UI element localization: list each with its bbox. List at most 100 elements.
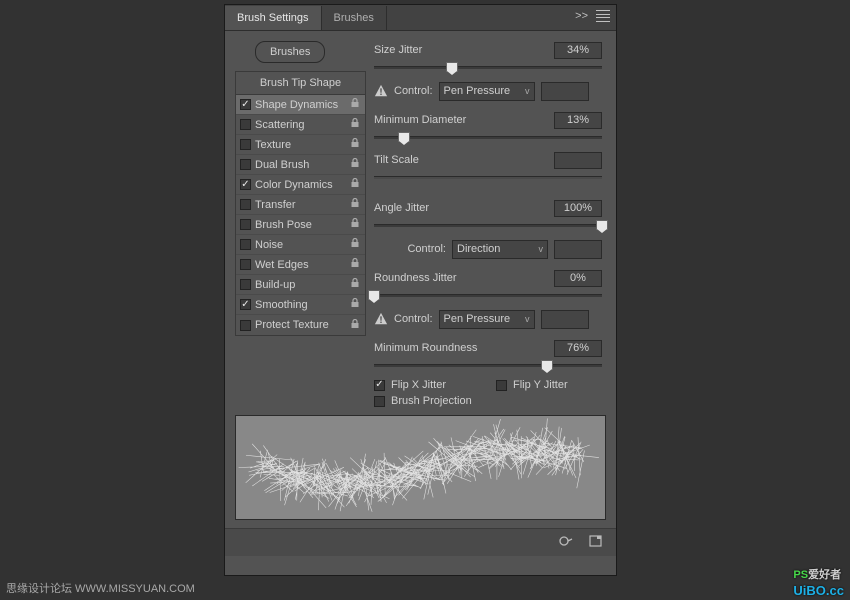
lock-icon[interactable] — [349, 138, 361, 151]
angle-jitter-value[interactable]: 100% — [554, 200, 602, 217]
roundness-jitter-value[interactable]: 0% — [554, 270, 602, 287]
angle-jitter-label: Angle Jitter — [374, 202, 554, 214]
watermark-bottom-left: 思缘设计论坛 WWW.MISSYUAN.COM — [6, 580, 195, 596]
flip-y-label: Flip Y Jitter — [513, 379, 568, 391]
checkbox-icon[interactable] — [240, 199, 251, 210]
checkbox-icon[interactable] — [240, 239, 251, 250]
lock-icon[interactable] — [349, 319, 361, 332]
checkbox-icon[interactable] — [240, 219, 251, 230]
slider-thumb[interactable] — [368, 290, 380, 300]
option-build-up[interactable]: Build-up — [236, 275, 365, 295]
option-label: Shape Dynamics — [255, 99, 345, 111]
option-shape-dynamics[interactable]: Shape Dynamics — [236, 95, 365, 115]
roundness-jitter-slider[interactable] — [374, 289, 602, 303]
option-label: Texture — [255, 139, 345, 151]
panel-menu-icon[interactable] — [596, 10, 610, 22]
warning-icon — [374, 312, 388, 326]
checkbox-icon[interactable] — [240, 320, 251, 331]
tab-brushes[interactable]: Brushes — [322, 6, 387, 30]
lock-icon[interactable] — [349, 238, 361, 251]
option-transfer[interactable]: Transfer — [236, 195, 365, 215]
roundness-control-value[interactable] — [541, 310, 589, 329]
flip-y-jitter-checkbox[interactable]: Flip Y Jitter — [496, 379, 568, 391]
control-label: Control: — [407, 243, 446, 255]
option-dual-brush[interactable]: Dual Brush — [236, 155, 365, 175]
checkbox-icon[interactable] — [240, 159, 251, 170]
option-label: Scattering — [255, 119, 345, 131]
panel-tabs: Brush Settings Brushes >> — [225, 5, 616, 31]
option-smoothing[interactable]: Smoothing — [236, 295, 365, 315]
option-label: Noise — [255, 239, 345, 251]
flip-x-label: Flip X Jitter — [391, 379, 446, 391]
size-control-dropdown[interactable]: Pen Pressurev — [439, 82, 535, 101]
option-label: Smoothing — [255, 299, 345, 311]
brush-options-list: Brush Tip Shape Shape Dynamics Scattering… — [235, 71, 366, 336]
brush-projection-checkbox[interactable]: Brush Projection — [374, 395, 602, 407]
slider-thumb[interactable] — [596, 220, 608, 230]
lock-icon[interactable] — [349, 158, 361, 171]
option-noise[interactable]: Noise — [236, 235, 365, 255]
watermark-bottom-right: PS爱好者 UiBO.cc — [793, 562, 844, 598]
angle-control-value[interactable] — [554, 240, 602, 259]
tilt-scale-slider — [374, 171, 602, 185]
warning-icon — [374, 84, 388, 98]
angle-control-dropdown[interactable]: Directionv — [452, 240, 548, 259]
size-jitter-slider[interactable] — [374, 61, 602, 75]
tilt-scale-value — [554, 152, 602, 169]
checkbox-icon — [496, 380, 507, 391]
lock-icon[interactable] — [349, 278, 361, 291]
min-diameter-value[interactable]: 13% — [554, 112, 602, 129]
brush-tip-shape-header[interactable]: Brush Tip Shape — [236, 72, 365, 95]
checkbox-icon — [374, 380, 385, 391]
flip-x-jitter-checkbox[interactable]: Flip X Jitter — [374, 379, 446, 391]
option-scattering[interactable]: Scattering — [236, 115, 365, 135]
tilt-scale-label: Tilt Scale — [374, 154, 554, 166]
toggle-preview-icon[interactable] — [558, 533, 574, 552]
size-control-value[interactable] — [541, 82, 589, 101]
option-color-dynamics[interactable]: Color Dynamics — [236, 175, 365, 195]
option-wet-edges[interactable]: Wet Edges — [236, 255, 365, 275]
roundness-jitter-label: Roundness Jitter — [374, 272, 554, 284]
option-label: Transfer — [255, 199, 345, 211]
option-texture[interactable]: Texture — [236, 135, 365, 155]
brush-projection-label: Brush Projection — [391, 395, 472, 407]
tab-brush-settings[interactable]: Brush Settings — [225, 6, 322, 30]
checkbox-icon[interactable] — [240, 259, 251, 270]
roundness-control-dropdown[interactable]: Pen Pressurev — [439, 310, 535, 329]
checkbox-icon[interactable] — [240, 139, 251, 150]
min-roundness-slider[interactable] — [374, 359, 602, 373]
min-diameter-slider[interactable] — [374, 131, 602, 145]
checkbox-icon[interactable] — [240, 119, 251, 130]
size-jitter-value[interactable]: 34% — [554, 42, 602, 59]
option-protect-texture[interactable]: Protect Texture — [236, 315, 365, 335]
control-label: Control: — [394, 313, 433, 325]
lock-icon[interactable] — [349, 178, 361, 191]
slider-thumb[interactable] — [398, 132, 410, 142]
control-label: Control: — [394, 85, 433, 97]
checkbox-icon[interactable] — [240, 279, 251, 290]
slider-thumb[interactable] — [541, 360, 553, 370]
lock-icon[interactable] — [349, 98, 361, 111]
checkbox-icon[interactable] — [240, 179, 251, 190]
option-label: Dual Brush — [255, 159, 345, 171]
checkbox-icon[interactable] — [240, 99, 251, 110]
slider-thumb[interactable] — [446, 62, 458, 72]
brush-settings-panel: Brush Settings Brushes >> Brushes Brush … — [224, 4, 617, 576]
min-roundness-value[interactable]: 76% — [554, 340, 602, 357]
brushes-button[interactable]: Brushes — [255, 41, 325, 63]
lock-icon[interactable] — [349, 258, 361, 271]
checkbox-icon[interactable] — [240, 299, 251, 310]
min-diameter-label: Minimum Diameter — [374, 114, 554, 126]
lock-icon[interactable] — [349, 198, 361, 211]
collapse-icon[interactable]: >> — [575, 10, 588, 22]
lock-icon[interactable] — [349, 298, 361, 311]
checkbox-icon — [374, 396, 385, 407]
option-label: Protect Texture — [255, 319, 345, 331]
option-label: Color Dynamics — [255, 179, 345, 191]
lock-icon[interactable] — [349, 118, 361, 131]
angle-jitter-slider[interactable] — [374, 219, 602, 233]
new-preset-icon[interactable] — [588, 533, 604, 552]
lock-icon[interactable] — [349, 218, 361, 231]
option-brush-pose[interactable]: Brush Pose — [236, 215, 365, 235]
option-label: Brush Pose — [255, 219, 345, 231]
